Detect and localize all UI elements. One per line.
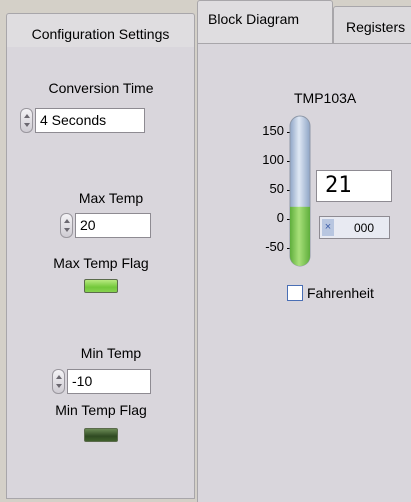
min-temp-spinner-icon[interactable] bbox=[52, 369, 65, 394]
scale-label-100: 100 bbox=[262, 152, 284, 167]
max-temp-spinner-icon[interactable] bbox=[60, 213, 73, 238]
min-temp-label: Min Temp bbox=[80, 345, 142, 361]
max-temp-value[interactable]: 20 bbox=[75, 213, 151, 238]
thermometer-level-top bbox=[290, 206, 310, 219]
fahrenheit-label[interactable]: Fahrenheit bbox=[307, 285, 374, 301]
tab-block-diagram[interactable]: Block Diagram bbox=[197, 0, 333, 43]
min-temp-control[interactable]: -10 bbox=[52, 369, 151, 394]
min-temp-flag-label: Min Temp Flag bbox=[55, 402, 147, 418]
tab-registers-label: Registers bbox=[346, 19, 406, 35]
max-temp-flag-led bbox=[84, 279, 118, 293]
tab-configuration-settings[interactable]: Configuration Settings bbox=[6, 13, 195, 47]
max-temp-label: Max Temp bbox=[78, 190, 144, 206]
tab-registers[interactable]: Registers bbox=[333, 6, 411, 43]
scale-label-50: 50 bbox=[269, 181, 284, 196]
scale-label-0: 0 bbox=[276, 210, 284, 225]
thermometer-fill bbox=[290, 206, 310, 266]
conversion-time-spinner-icon[interactable] bbox=[20, 108, 33, 133]
conversion-time-label: Conversion Time bbox=[48, 80, 154, 96]
conversion-time-control[interactable]: 4 Seconds bbox=[20, 108, 145, 133]
min-temp-flag-led bbox=[84, 428, 118, 442]
fahrenheit-checkbox-icon[interactable] bbox=[287, 285, 303, 301]
register-value: 000 bbox=[354, 221, 375, 235]
conversion-time-value[interactable]: 4 Seconds bbox=[35, 108, 145, 133]
max-temp-control[interactable]: 20 bbox=[60, 213, 151, 238]
register-indicator-icon: × bbox=[322, 219, 334, 236]
thermometer-icon bbox=[289, 115, 311, 267]
scale-label-minus50: -50 bbox=[265, 239, 284, 254]
tab-configuration-settings-label: Configuration Settings bbox=[31, 26, 170, 42]
max-temp-flag-label: Max Temp Flag bbox=[53, 255, 149, 271]
min-temp-value[interactable]: -10 bbox=[67, 369, 151, 394]
tab-block-diagram-label: Block Diagram bbox=[208, 11, 300, 27]
device-title: TMP103A bbox=[294, 90, 357, 106]
temperature-display: 21 bbox=[316, 170, 392, 202]
register-display: × 000 bbox=[319, 216, 390, 239]
scale-label-150: 150 bbox=[262, 123, 284, 138]
